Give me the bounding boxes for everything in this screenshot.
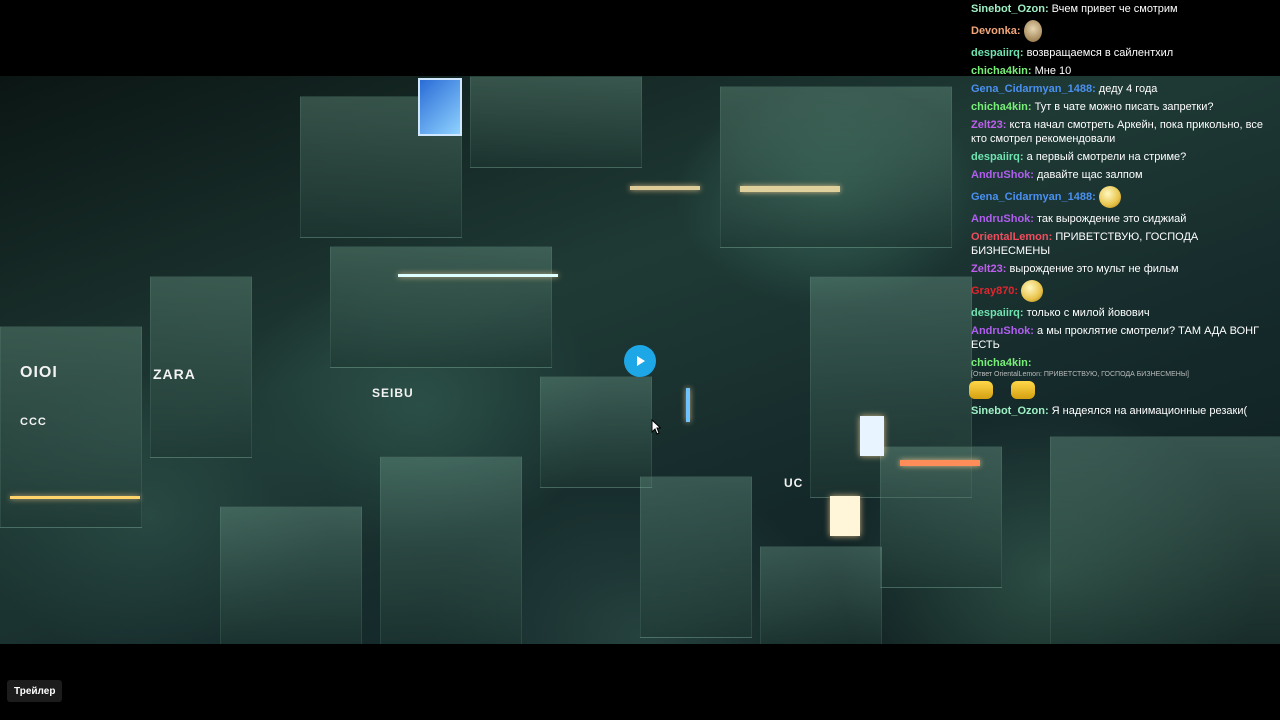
chat-username[interactable]: AndruShok:	[971, 169, 1034, 181]
pog-emote-icon	[1011, 381, 1035, 399]
pog-emote-icon	[969, 381, 993, 399]
billboard-screen	[418, 78, 462, 136]
chat-username[interactable]: despaiirq:	[971, 151, 1024, 163]
chat-username[interactable]: Zelt23:	[971, 263, 1006, 275]
chat-username[interactable]: Devonka:	[971, 25, 1021, 37]
chat-message: AndruShok: давайте щас залпом	[964, 166, 1276, 184]
chat-message: despaiirq: а первый смотрели на стриме?	[964, 148, 1276, 166]
chat-reply-note: [Ответ OrientalLemon: ПРИВЕТСТВУЮ, ГОСПО…	[971, 371, 1189, 378]
sign-seibu: SEIBU	[372, 386, 414, 400]
chat-username[interactable]: chicha4kin:	[971, 65, 1032, 77]
sign-zara: ZARA	[153, 366, 196, 382]
play-button[interactable]	[624, 345, 656, 377]
chat-username[interactable]: chicha4kin:	[971, 357, 1032, 369]
sign-oioi: OIOI	[20, 364, 58, 381]
chat-text: кста начал смотреть Аркейн, пока приколь…	[971, 119, 1263, 145]
chat-username[interactable]: Gray870:	[971, 285, 1018, 297]
chat-text: давайте щас залпом	[1037, 169, 1143, 181]
chat-username[interactable]: Gena_Cidarmyan_1488:	[971, 191, 1096, 203]
trailer-button[interactable]: Трейлер	[7, 680, 63, 702]
chat-text: только с милой йовович	[1026, 307, 1150, 319]
chat-text: а первый смотрели на стриме?	[1026, 151, 1187, 163]
chat-text: возвращаемся в сайлентхил	[1026, 47, 1174, 59]
chat-message: despaiirq: возвращаемся в сайлентхил	[964, 44, 1276, 62]
chat-text: Мне 10	[1034, 65, 1072, 77]
chat-username[interactable]: chicha4kin:	[971, 101, 1032, 113]
chat-username[interactable]: Sinebot_Ozon:	[971, 405, 1049, 417]
chat-message: chicha4kin:	[964, 354, 1276, 370]
chat-text: вырождение это мульт не фильм	[1009, 263, 1179, 275]
chat-message: Gena_Cidarmyan_1488:	[964, 184, 1276, 210]
chat-username[interactable]: Zelt23:	[971, 119, 1006, 131]
chat-message: chicha4kin: Мне 10	[964, 62, 1276, 80]
chat-message: Sinebot_Ozon: Вчем привет че смотрим	[964, 0, 1276, 18]
chat-username[interactable]: despaiirq:	[971, 47, 1024, 59]
chat-username[interactable]: despaiirq:	[971, 307, 1024, 319]
chat-message: Devonka:	[964, 18, 1276, 44]
chat-username[interactable]: Sinebot_Ozon:	[971, 3, 1049, 15]
chat-username[interactable]: OrientalLemon:	[971, 231, 1052, 243]
chat-message: AndruShok: а мы проклятие смотрели? ТАМ …	[964, 322, 1276, 354]
chat-text: деду 4 года	[1098, 83, 1158, 95]
chat-text: Я надеялся на анимационные резаки(	[1051, 405, 1248, 417]
chat-message: Zelt23: кста начал смотреть Аркейн, пока…	[964, 116, 1276, 148]
chat-text: так вырождение это сиджиай	[1037, 213, 1187, 225]
chat-message: Zelt23: вырождение это мульт не фильм	[964, 260, 1276, 278]
play-icon	[637, 356, 645, 366]
chat-panel: Sinebot_Ozon: Вчем привет че смотрим Dev…	[964, 0, 1276, 420]
chat-message: OrientalLemon: ПРИВЕТСТВУЮ, ГОСПОДА БИЗН…	[964, 228, 1276, 260]
chat-text: Тут в чате можно писать запретки?	[1034, 101, 1214, 113]
chat-message: Gray870:	[964, 278, 1276, 304]
chat-message: Sinebot_Ozon: Я надеялся на анимационные…	[964, 402, 1276, 420]
chat-message: chicha4kin: Тут в чате можно писать запр…	[964, 98, 1276, 116]
chat-username[interactable]: Gena_Cidarmyan_1488:	[971, 83, 1096, 95]
chat-message: Gena_Cidarmyan_1488: деду 4 года	[964, 80, 1276, 98]
chat-message: despaiirq: только с милой йовович	[964, 304, 1276, 322]
chat-username[interactable]: AndruShok:	[971, 325, 1034, 337]
chat-message: AndruShok: так вырождение это сиджиай	[964, 210, 1276, 228]
chat-username[interactable]: AndruShok:	[971, 213, 1034, 225]
shrug-emote-icon	[1023, 20, 1042, 42]
grin-emote-icon	[1021, 280, 1044, 302]
chat-text: Вчем привет че смотрим	[1051, 3, 1178, 15]
sign-uc: UC	[784, 476, 804, 490]
smile-emote-icon	[1098, 186, 1121, 208]
mouse-cursor-icon	[651, 419, 661, 435]
emote-row	[964, 379, 1276, 402]
sign-ccc: CCC	[20, 416, 47, 428]
